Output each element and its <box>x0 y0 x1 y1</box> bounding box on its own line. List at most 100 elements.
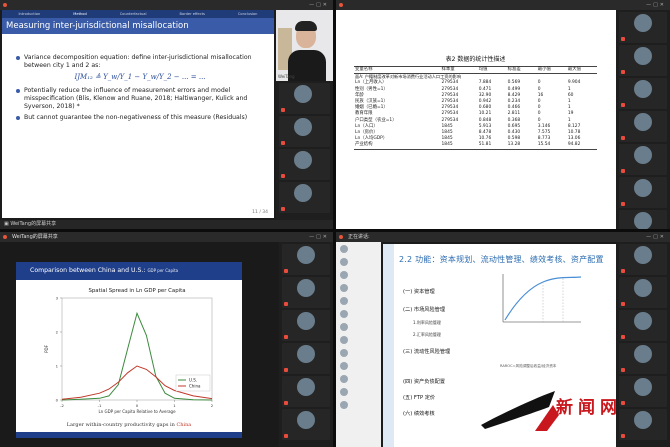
table-header-row: 变量名称 样本量 均值 标准差 最小值 最大值 <box>354 65 597 75</box>
slide-nav-item[interactable]: Border effects <box>180 10 205 18</box>
avatar-icon <box>297 246 315 264</box>
table-cell: 51.81 <box>477 142 507 150</box>
avatar-icon <box>634 212 652 229</box>
attendee-item[interactable] <box>338 360 379 372</box>
slide-outline-item: (四) 资产负债配置 <box>403 379 446 385</box>
participant-tile[interactable] <box>619 111 667 142</box>
speaker-video-tile[interactable]: WeiTang <box>276 10 333 81</box>
window-titlebar: 正在讲话: —□✕ <box>336 232 670 242</box>
slide-subtitle: GDP per Capita <box>147 268 179 273</box>
attendee-item[interactable] <box>338 321 379 333</box>
attendee-item[interactable] <box>338 295 379 307</box>
participant-tile[interactable] <box>619 78 667 109</box>
avatar-icon <box>340 388 348 396</box>
share-panel-bottom-left: WeiTang的屏幕共享 —□✕ Comparison between Chin… <box>0 232 333 447</box>
slide-title: 2.2 功能：资本规划、流动性管理、绩效考核、资产配置 <box>399 255 604 264</box>
slide-nav-item[interactable]: Conclusion <box>238 10 258 18</box>
attendee-item[interactable] <box>338 347 379 359</box>
slide-side-strip <box>383 244 394 447</box>
participant-tile[interactable] <box>279 149 330 180</box>
x-tick-label: -1 <box>98 403 102 408</box>
window-close-icon[interactable] <box>339 235 343 239</box>
slide-nav-item[interactable]: Method <box>73 10 86 18</box>
participant-tile[interactable] <box>282 409 330 440</box>
mic-muted-icon <box>281 207 285 211</box>
participant-tile[interactable] <box>279 182 330 213</box>
participant-tile[interactable] <box>619 45 667 76</box>
attendee-item[interactable] <box>338 399 379 411</box>
y-tick-label: 1 <box>56 363 59 368</box>
attendee-item[interactable] <box>338 256 379 268</box>
slide-nav-bar: Introduction Method Counterfactual Border e… <box>2 10 274 18</box>
participant-tile[interactable] <box>619 277 667 308</box>
participant-tile[interactable] <box>282 376 330 407</box>
slide-bullet: Variance decomposition equation: define … <box>16 54 264 70</box>
avatar-icon <box>634 113 652 131</box>
slide-outline-item: (五) FTP 定价 <box>403 395 436 401</box>
avatar-icon <box>297 345 315 363</box>
mic-muted-icon <box>621 37 625 41</box>
participant-tile[interactable] <box>282 244 330 275</box>
mic-muted-icon <box>284 302 288 306</box>
participant-tile[interactable] <box>619 177 667 208</box>
slide-title-text: Comparison between China and U.S.: <box>30 267 146 274</box>
slide-note-line: RAROC=风险调整后收益/经济资本 <box>500 364 557 368</box>
table-header-cell: 样本量 <box>440 65 478 75</box>
table-header-cell: 最小值 <box>536 65 567 75</box>
attendee-item[interactable] <box>338 334 379 346</box>
slide-body: Variance decomposition equation: define … <box>2 34 274 122</box>
window-controls[interactable]: —□✕ <box>646 232 666 242</box>
mic-muted-icon <box>284 269 288 273</box>
attendee-item[interactable] <box>338 386 379 398</box>
participant-tile[interactable] <box>619 343 667 374</box>
participant-tile[interactable] <box>619 210 667 229</box>
avatar-icon <box>634 47 652 65</box>
slide-nav-item[interactable]: Introduction <box>19 10 41 18</box>
avatar-icon <box>297 312 315 330</box>
participant-list <box>616 10 670 229</box>
avatar-icon <box>634 14 652 32</box>
beamer-slide: Introduction Method Counterfactual Border e… <box>2 10 274 218</box>
window-controls[interactable]: —□✕ <box>309 0 329 10</box>
table-cell: 15.54 <box>536 142 567 150</box>
attendee-item[interactable] <box>338 243 379 255</box>
mic-muted-icon <box>284 335 288 339</box>
window-close-icon[interactable] <box>3 3 7 7</box>
window-controls[interactable]: —□✕ <box>309 232 329 242</box>
attendee-item[interactable] <box>338 308 379 320</box>
attendee-sidebar <box>336 242 381 447</box>
participant-tile[interactable] <box>282 343 330 374</box>
slide-nav-item[interactable]: Counterfactual <box>120 10 147 18</box>
participant-tile[interactable] <box>279 116 330 147</box>
participant-tile[interactable] <box>619 244 667 275</box>
window-controls[interactable]: —□✕ <box>646 0 666 10</box>
participant-tile[interactable] <box>619 310 667 341</box>
table-header-cell: 均值 <box>477 65 507 75</box>
window-close-icon[interactable] <box>3 235 7 239</box>
attendee-item[interactable] <box>338 373 379 385</box>
participant-tile[interactable] <box>282 277 330 308</box>
share-canvas: Comparison between China and U.S.: GDP p… <box>0 242 278 447</box>
participant-tile[interactable] <box>619 12 667 43</box>
window-close-icon[interactable] <box>339 3 343 7</box>
mic-muted-icon <box>621 136 625 140</box>
table-header-cell: 标准差 <box>506 65 537 75</box>
slide-title: Comparison between China and U.S.: GDP p… <box>16 262 242 280</box>
x-axis-label: Ln GDP per Capita Relative to Average <box>98 409 176 414</box>
document-page: 表2 数据的统计性描述 变量名称 样本量 均值 标准差 最小值 最大值 面A: 户籍制度改… <box>336 10 616 229</box>
avatar-icon <box>634 279 652 297</box>
stats-table-card: 表2 数据的统计性描述 变量名称 样本量 均值 标准差 最小值 最大值 面A: 户籍制度改… <box>348 50 603 190</box>
slide-outline-item: (六) 绩效考核 <box>403 411 435 417</box>
attendee-item[interactable] <box>338 269 379 281</box>
participant-tile[interactable] <box>279 83 330 114</box>
attendee-item[interactable] <box>338 282 379 294</box>
y-tick-label: 3 <box>56 295 59 300</box>
table-body: 面A: 户籍制度改革对新市场消费行业活动人口工资的影响 Ln（上月收入） 27953… <box>354 74 597 150</box>
avatar-icon <box>340 323 348 331</box>
participant-tile[interactable] <box>282 310 330 341</box>
participant-tile[interactable] <box>619 144 667 175</box>
mic-muted-icon <box>621 269 625 273</box>
slide-page-number: 11 / 34 <box>252 210 268 215</box>
window-titlebar: WeiTang的屏幕共享 —□✕ <box>0 232 333 242</box>
slide-outline-subitem: 1.利率风险管理 <box>413 320 441 325</box>
